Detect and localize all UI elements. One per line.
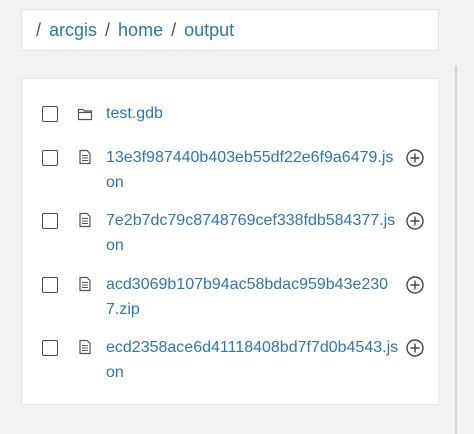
file-icon xyxy=(79,212,91,228)
add-circle-icon[interactable] xyxy=(405,338,425,358)
folder-icon xyxy=(77,108,93,121)
file-list-panel: test.gdb 13e3f987440b403eb55df22e6f9a647… xyxy=(21,78,439,405)
breadcrumb-separator: / xyxy=(105,19,111,40)
file-name-link[interactable]: acd3069b107b94ac58bdac959b43e2307.zip xyxy=(106,272,401,322)
file-name-link[interactable]: 7e2b7dc79c8748769cef338fdb584377.json xyxy=(106,208,401,258)
file-icon xyxy=(79,339,91,355)
file-name-link[interactable]: ecd2358ace6d41118408bd7f7d0b4543.json xyxy=(106,335,401,385)
select-checkbox[interactable] xyxy=(42,106,58,122)
breadcrumb-item-arcgis[interactable]: arcgis xyxy=(49,20,97,41)
file-icon xyxy=(79,149,91,165)
file-name-link[interactable]: 13e3f987440b403eb55df22e6f9a6479.json xyxy=(106,145,401,195)
breadcrumb-item-output[interactable]: output xyxy=(184,20,234,41)
select-checkbox[interactable] xyxy=(42,150,58,166)
add-circle-icon[interactable] xyxy=(405,275,425,295)
list-item-file: acd3069b107b94ac58bdac959b43e2307.zip xyxy=(22,272,438,324)
breadcrumb-separator: / xyxy=(36,19,42,40)
list-item-file: 13e3f987440b403eb55df22e6f9a6479.json xyxy=(22,145,438,197)
breadcrumb-item-home[interactable]: home xyxy=(118,20,163,41)
select-checkbox[interactable] xyxy=(42,340,58,356)
file-name-link[interactable]: test.gdb xyxy=(106,101,401,126)
breadcrumb-separator: / xyxy=(171,19,177,40)
scrollbar-track[interactable] xyxy=(455,66,457,434)
breadcrumb: / arcgis / home / output xyxy=(21,9,439,51)
select-checkbox[interactable] xyxy=(42,213,58,229)
list-item-file: 7e2b7dc79c8748769cef338fdb584377.json xyxy=(22,208,438,260)
add-circle-icon[interactable] xyxy=(405,211,425,231)
list-item-test-gdb: test.gdb xyxy=(22,101,438,127)
add-circle-icon[interactable] xyxy=(405,148,425,168)
select-checkbox[interactable] xyxy=(42,277,58,293)
list-item-file: ecd2358ace6d41118408bd7f7d0b4543.json xyxy=(22,335,438,387)
file-icon xyxy=(79,276,91,292)
